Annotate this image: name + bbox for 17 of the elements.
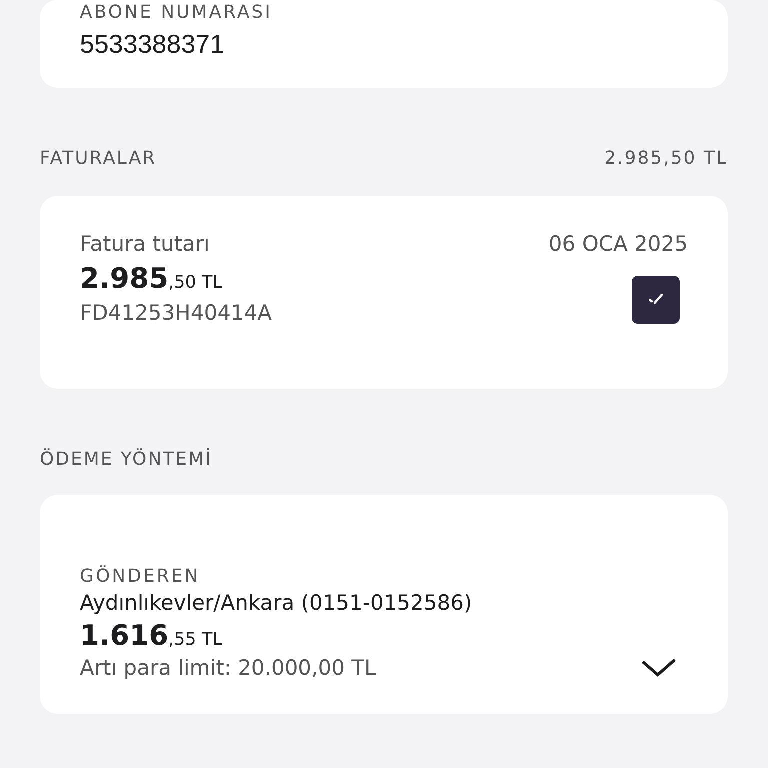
- section-title: ÖDEME YÖNTEMİ: [40, 449, 212, 470]
- subscriber-number: 5533388371: [80, 29, 226, 60]
- overdraft-limit: Artı para limit: 20.000,00 TL: [80, 656, 378, 680]
- subscriber-label: ABONE NUMARASI: [80, 2, 274, 23]
- invoice-code: FD41253H40414A: [80, 301, 272, 325]
- checkbox[interactable]: [632, 276, 680, 324]
- invoice-date: 06 OCA 2025: [548, 232, 688, 256]
- invoice-amount: 2.985,50 TL: [80, 262, 224, 295]
- invoice-card[interactable]: Fatura tutarı 2.985,50 TL FD41253H40414A 06 OCA 2025: [40, 196, 728, 389]
- payment-card[interactable]: GÖNDEREN Aydınlıkevler/Ankara (0151-0152586) 1.616,55 TL Artı para limit: 20.000,00 TL: [40, 495, 728, 714]
- section-title: FATURALAR: [40, 148, 157, 169]
- sender-label: GÖNDEREN: [80, 566, 202, 587]
- chevron-down-icon[interactable]: [640, 656, 678, 680]
- account-name: Aydınlıkevler/Ankara (0151-0152586): [80, 591, 472, 615]
- invoices-total: 2.985,50 TL: [604, 148, 728, 169]
- account-balance: 1.616,55 TL: [80, 619, 224, 652]
- invoice-label: Fatura tutarı: [80, 232, 211, 256]
